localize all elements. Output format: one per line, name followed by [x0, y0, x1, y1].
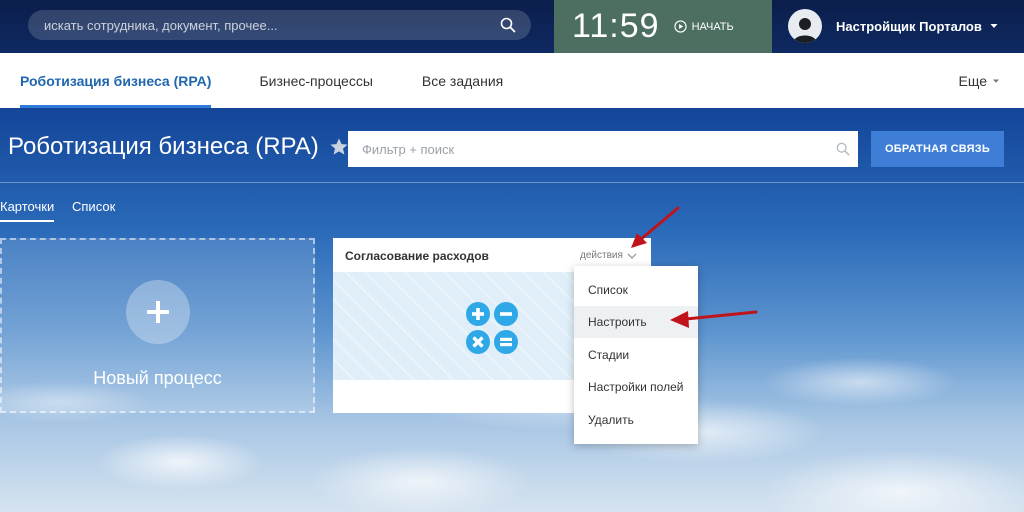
tab-cards[interactable]: Карточки	[0, 199, 55, 222]
actions-button[interactable]: действия	[580, 250, 637, 261]
start-workday-button[interactable]: НАЧАТЬ	[673, 20, 734, 33]
chevron-down-icon	[627, 253, 637, 259]
nav-more-label: Еще	[958, 72, 988, 89]
user-name: Настройщик Порталов	[836, 18, 982, 34]
filter-search	[348, 131, 858, 167]
user-silhouette-icon	[793, 18, 817, 43]
caret-down-icon	[993, 79, 999, 83]
menu-item-list[interactable]: Список	[574, 274, 698, 306]
nav-more-button[interactable]: Еще	[959, 53, 1001, 108]
header-divider	[0, 182, 1024, 183]
new-process-label: Новый процесс	[93, 368, 222, 388]
clock-time: 11:59	[572, 7, 660, 45]
filter-search-input[interactable]	[348, 131, 828, 167]
start-label: НАЧАТЬ	[691, 20, 734, 33]
global-search	[28, 10, 531, 40]
tab-list[interactable]: Список	[72, 199, 115, 220]
user-menu[interactable]: Настройщик Порталов	[788, 8, 998, 44]
menu-item-configure[interactable]: Настроить	[574, 306, 698, 338]
menu-item-field-settings[interactable]: Настройки полей	[574, 371, 698, 403]
new-process-card[interactable]: Новый процесс	[0, 238, 315, 413]
menu-item-stages[interactable]: Стадии	[574, 339, 698, 371]
feedback-button[interactable]: ОБРАТНАЯ СВЯЗЬ	[871, 131, 1004, 167]
section-nav: Роботизация бизнеса (RPA) Бизнес-процесс…	[0, 53, 1024, 108]
plus-icon[interactable]	[126, 280, 190, 344]
calculator-icon	[466, 302, 518, 354]
process-card-title[interactable]: Согласование расходов	[345, 249, 489, 263]
nav-item-business-processes[interactable]: Бизнес-процессы	[259, 53, 372, 108]
play-icon	[673, 20, 687, 33]
actions-dropdown: Список Настроить Стадии Настройки полей …	[574, 266, 698, 444]
search-icon[interactable]	[828, 142, 858, 156]
star-icon[interactable]	[329, 137, 349, 157]
clock-widget[interactable]: 11:59 НАЧАТЬ	[554, 0, 772, 53]
menu-item-delete[interactable]: Удалить	[574, 404, 698, 436]
nav-item-rpa[interactable]: Роботизация бизнеса (RPA)	[20, 53, 212, 108]
caret-down-icon	[990, 24, 998, 28]
avatar	[788, 9, 822, 43]
page-title: Роботизация бизнеса (RPA)	[8, 133, 349, 161]
actions-label: действия	[580, 250, 623, 261]
global-search-input[interactable]	[28, 10, 493, 40]
page-title-text: Роботизация бизнеса (RPA)	[8, 133, 319, 160]
search-icon[interactable]	[493, 10, 523, 40]
top-bar: 11:59 НАЧАТЬ Настройщик Порталов	[0, 0, 1024, 53]
nav-item-all-tasks[interactable]: Все задания	[422, 53, 503, 108]
